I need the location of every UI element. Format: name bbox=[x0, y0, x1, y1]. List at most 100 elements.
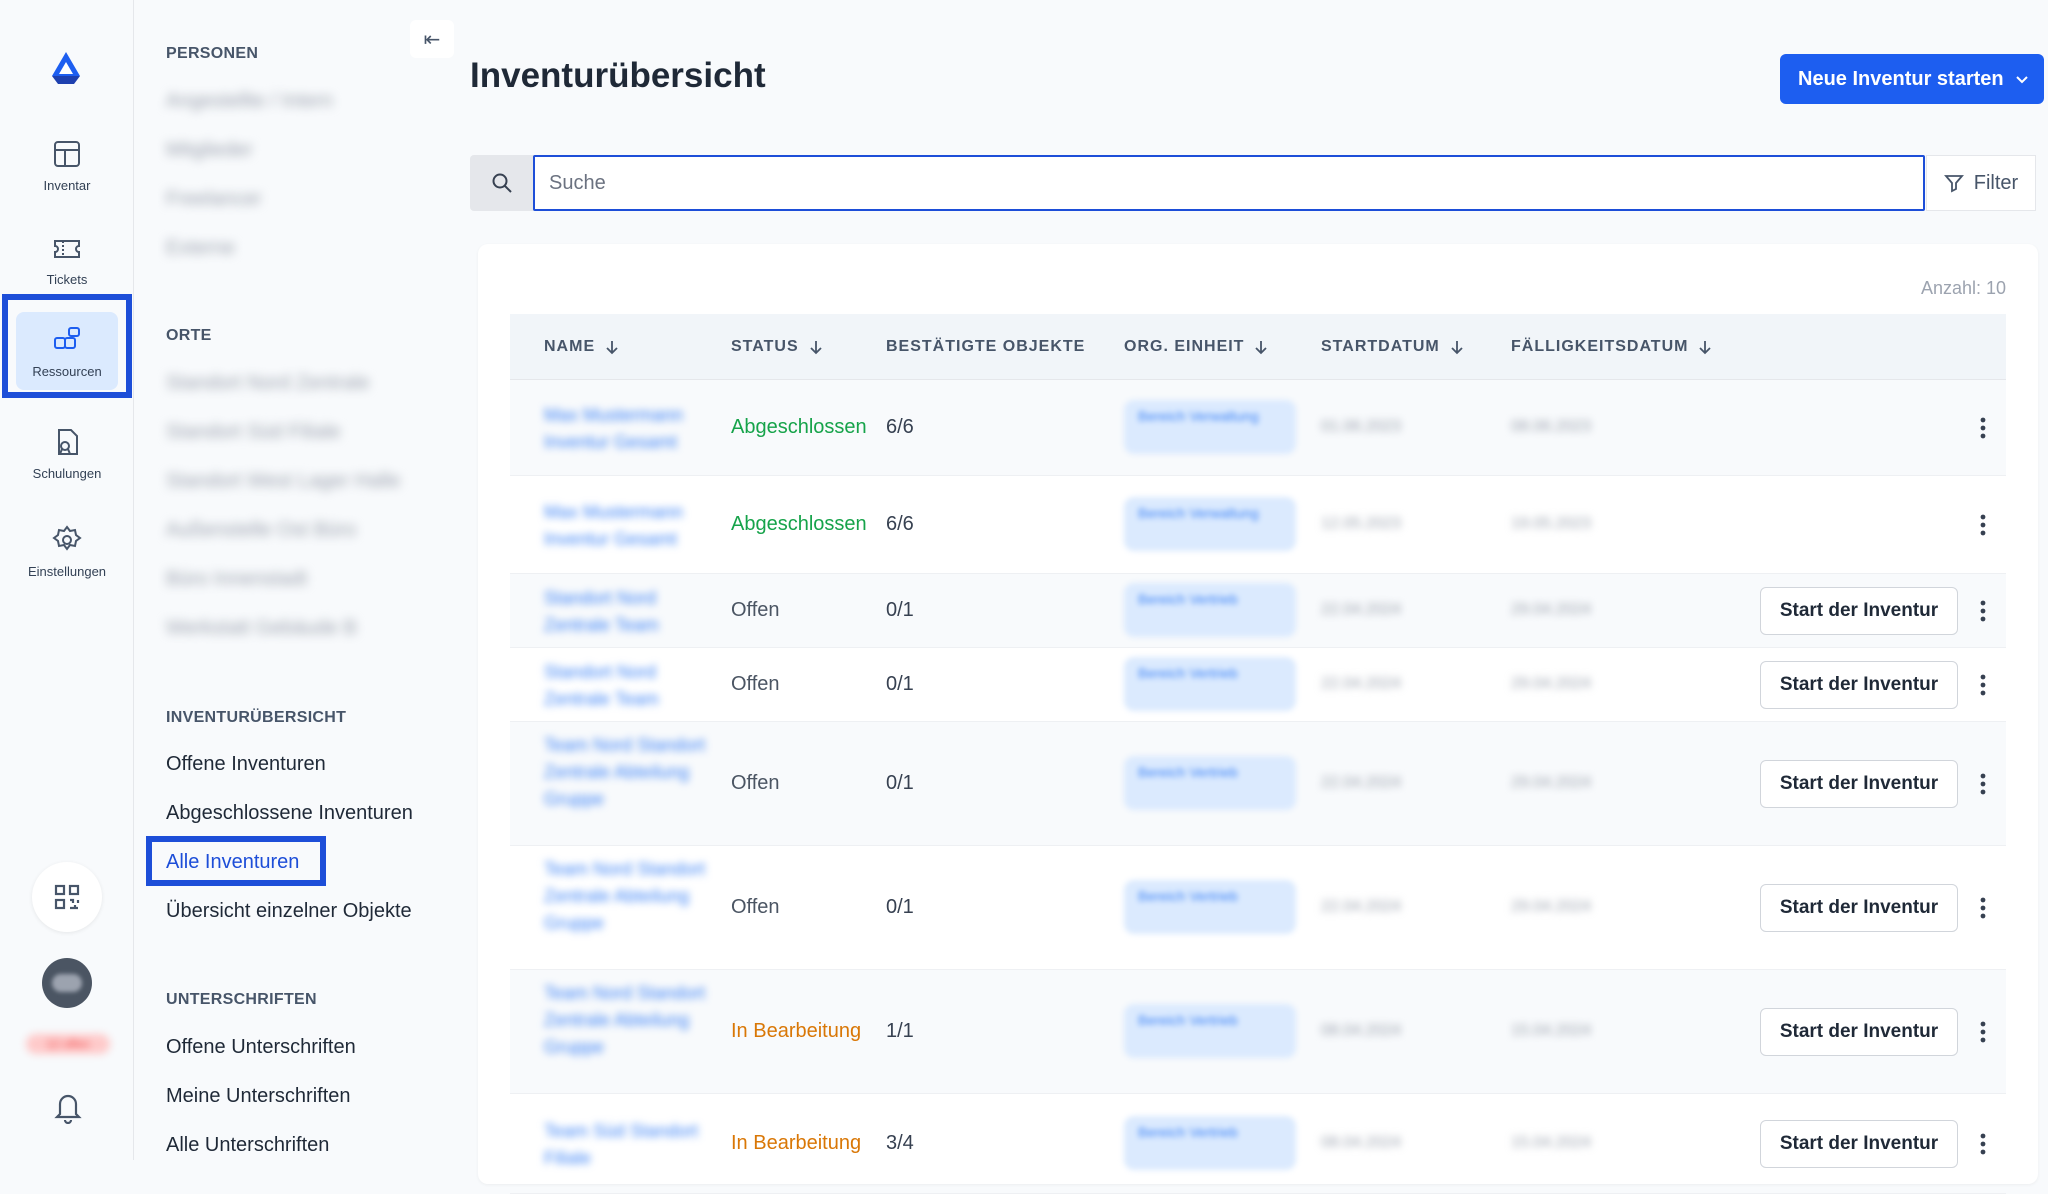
row-name-link[interactable]: Team Nord Standort Zentrale Abteilung Gr… bbox=[544, 980, 714, 1061]
column-header-org[interactable]: ORG. EINHEIT bbox=[1124, 338, 1268, 356]
filter-button[interactable]: Filter bbox=[1926, 155, 2036, 211]
ressourcen-highlight-box bbox=[2, 294, 132, 398]
start-inventory-button[interactable]: Start der Inventur bbox=[1760, 1008, 1958, 1056]
table-row[interactable]: Max Mustermann Inventur Gesamt Abgeschlos… bbox=[510, 380, 2006, 476]
row-org-unit-badge: Bereich Verwaltung bbox=[1124, 400, 1296, 454]
start-inventory-button[interactable]: Start der Inventur bbox=[1760, 884, 1958, 932]
row-status: Offen bbox=[731, 673, 780, 695]
column-header-due[interactable]: FÄLLIGKEITSDATUM bbox=[1511, 338, 1712, 356]
nav-link-personen-4[interactable]: Externe bbox=[166, 237, 235, 260]
row-name-link[interactable]: Team Süd Standort Filiale bbox=[544, 1118, 714, 1172]
nav-link-personen-1[interactable]: Angestellte / Intern bbox=[166, 90, 333, 113]
nav-link-ort-1[interactable]: Standort Nord Zentrale bbox=[166, 372, 369, 395]
column-header-start[interactable]: STARTDATUM bbox=[1321, 338, 1464, 356]
search-icon bbox=[492, 173, 512, 193]
nav-link-personen-2[interactable]: Mitglieder bbox=[166, 139, 253, 162]
sort-arrow-down-icon bbox=[1451, 341, 1463, 355]
nav-link-alle-unterschriften[interactable]: Alle Unterschriften bbox=[166, 1134, 329, 1157]
row-due-date: 19.05.2023 bbox=[1511, 515, 1592, 532]
page-title: Inventurübersicht bbox=[470, 56, 766, 95]
alle-inventuren-highlight-box bbox=[146, 836, 326, 886]
result-count: Anzahl: 10 bbox=[1920, 278, 2006, 298]
rail-item-label: Schulungen bbox=[32, 465, 102, 481]
nav-link-personen-3[interactable]: Freelancer bbox=[166, 188, 262, 211]
more-options-icon[interactable] bbox=[1972, 415, 1994, 441]
start-inventory-button[interactable]: Start der Inventur bbox=[1760, 587, 1958, 635]
row-start-date: 12.05.2023 bbox=[1321, 515, 1402, 532]
sort-arrow-down-icon bbox=[1699, 341, 1712, 355]
row-start-date: 22.04.2024 bbox=[1321, 774, 1402, 791]
icon-rail: Inventar Tickets Ressourcen Schulungen E… bbox=[0, 0, 134, 1160]
table-row[interactable]: Max Mustermann Inventur Gesamt Abgeschlos… bbox=[510, 476, 2006, 574]
search-input[interactable] bbox=[533, 155, 1925, 211]
more-options-icon[interactable] bbox=[1972, 1019, 1994, 1045]
rail-item-einstellungen[interactable]: Einstellungen bbox=[8, 506, 126, 596]
row-name-link[interactable]: Standort Nord Zentrale Team bbox=[544, 659, 714, 713]
row-confirmed-count: 3/4 bbox=[886, 1132, 914, 1154]
row-status: Offen bbox=[731, 772, 780, 794]
table-row[interactable]: Team Nord Standort Zentrale Abteilung Gr… bbox=[510, 970, 2006, 1094]
column-label: NAME bbox=[544, 338, 596, 355]
row-org-unit-badge: Bereich Vertrieb bbox=[1124, 1004, 1296, 1058]
nav-link-meine-unterschriften[interactable]: Meine Unterschriften bbox=[166, 1085, 351, 1108]
column-header-name[interactable]: NAME bbox=[544, 338, 619, 356]
nav-link-offene-inventuren[interactable]: Offene Inventuren bbox=[166, 753, 326, 776]
row-start-date: 22.04.2024 bbox=[1321, 675, 1402, 692]
nav-link-ort-4[interactable]: Außenstelle Ost Büro bbox=[166, 519, 356, 542]
row-name-link[interactable]: Max Mustermann Inventur Gesamt bbox=[544, 402, 714, 456]
nav-link-abgeschlossene-inventuren[interactable]: Abgeschlossene Inventuren bbox=[166, 802, 413, 825]
start-inventory-button[interactable]: Start der Inventur bbox=[1760, 661, 1958, 709]
collapse-sidebar-button[interactable]: ⇤ bbox=[410, 20, 454, 58]
row-start-date: 08.04.2024 bbox=[1321, 1022, 1402, 1039]
column-label: BESTÄTIGTE OBJEKTE bbox=[886, 338, 1086, 355]
nav-link-einzelne-objekte[interactable]: Übersicht einzelner Objekte bbox=[166, 900, 412, 923]
row-status: In Bearbeitung bbox=[731, 1020, 862, 1042]
more-options-icon[interactable] bbox=[1972, 895, 1994, 921]
table-row[interactable]: Team Süd Standort Filiale In Bearbeitung 3… bbox=[510, 1094, 2006, 1194]
user-avatar[interactable] bbox=[42, 958, 92, 1008]
nav-link-offene-unterschriften[interactable]: Offene Unterschriften bbox=[166, 1036, 356, 1059]
row-name-link[interactable]: Standort Nord Zentrale Team bbox=[544, 585, 714, 639]
section-title-orte: ORTE bbox=[166, 327, 212, 344]
row-org-unit-badge: Bereich Vertrieb bbox=[1124, 657, 1296, 711]
rail-item-tickets[interactable]: Tickets bbox=[8, 214, 126, 304]
rail-item-schulungen[interactable]: Schulungen bbox=[8, 408, 126, 498]
column-header-status[interactable]: STATUS bbox=[731, 338, 823, 356]
section-title-inventur: INVENTURÜBERSICHT bbox=[166, 709, 347, 726]
new-inventory-label: Neue Inventur starten bbox=[1798, 67, 2004, 90]
new-inventory-button[interactable]: Neue Inventur starten bbox=[1780, 54, 2044, 104]
status-badge: 12 offen bbox=[26, 1034, 110, 1054]
more-options-icon[interactable] bbox=[1972, 771, 1994, 797]
table-row[interactable]: Standort Nord Zentrale Team Offen 0/1 Berei… bbox=[510, 574, 2006, 648]
filter-label: Filter bbox=[1973, 171, 2019, 194]
row-due-date: 15.04.2024 bbox=[1511, 1134, 1592, 1151]
nav-link-ort-3[interactable]: Standort West Lager Halle bbox=[166, 470, 400, 493]
training-icon bbox=[58, 428, 78, 455]
nav-link-ort-5[interactable]: Büro Innenstadt bbox=[166, 568, 307, 591]
row-confirmed-count: 0/1 bbox=[886, 896, 914, 918]
row-name-link[interactable]: Team Nord Standort Zentrale Abteilung Gr… bbox=[544, 856, 714, 937]
qr-scan-button[interactable] bbox=[32, 862, 102, 932]
rail-item-label: Einstellungen bbox=[27, 563, 107, 579]
nav-link-ort-6[interactable]: Werkstatt Gebäude B bbox=[166, 617, 357, 640]
row-name-link[interactable]: Max Mustermann Inventur Gesamt bbox=[544, 499, 714, 553]
more-options-icon[interactable] bbox=[1972, 1131, 1994, 1157]
avatar-image bbox=[52, 974, 82, 992]
row-start-date: 22.04.2024 bbox=[1321, 601, 1402, 618]
grid-icon bbox=[54, 140, 80, 167]
more-options-icon[interactable] bbox=[1972, 672, 1994, 698]
table-row[interactable]: Team Nord Standort Zentrale Abteilung Gr… bbox=[510, 846, 2006, 970]
table-row[interactable]: Standort Nord Zentrale Team Offen 0/1 Berei… bbox=[510, 648, 2006, 722]
app-logo-icon[interactable] bbox=[46, 48, 86, 88]
bell-icon[interactable] bbox=[52, 1090, 84, 1124]
rail-item-inventar[interactable]: Inventar bbox=[8, 120, 126, 210]
search-icon-box bbox=[470, 155, 534, 211]
more-options-icon[interactable] bbox=[1972, 598, 1994, 624]
start-inventory-button[interactable]: Start der Inventur bbox=[1760, 760, 1958, 808]
more-options-icon[interactable] bbox=[1972, 512, 1994, 538]
start-inventory-button[interactable]: Start der Inventur bbox=[1760, 1120, 1958, 1168]
row-status: In Bearbeitung bbox=[731, 1132, 862, 1154]
row-name-link[interactable]: Team Nord Standort Zentrale Abteilung Gr… bbox=[544, 732, 714, 813]
nav-link-ort-2[interactable]: Standort Süd Filiale bbox=[166, 421, 341, 444]
table-row[interactable]: Team Nord Standort Zentrale Abteilung Gr… bbox=[510, 722, 2006, 846]
